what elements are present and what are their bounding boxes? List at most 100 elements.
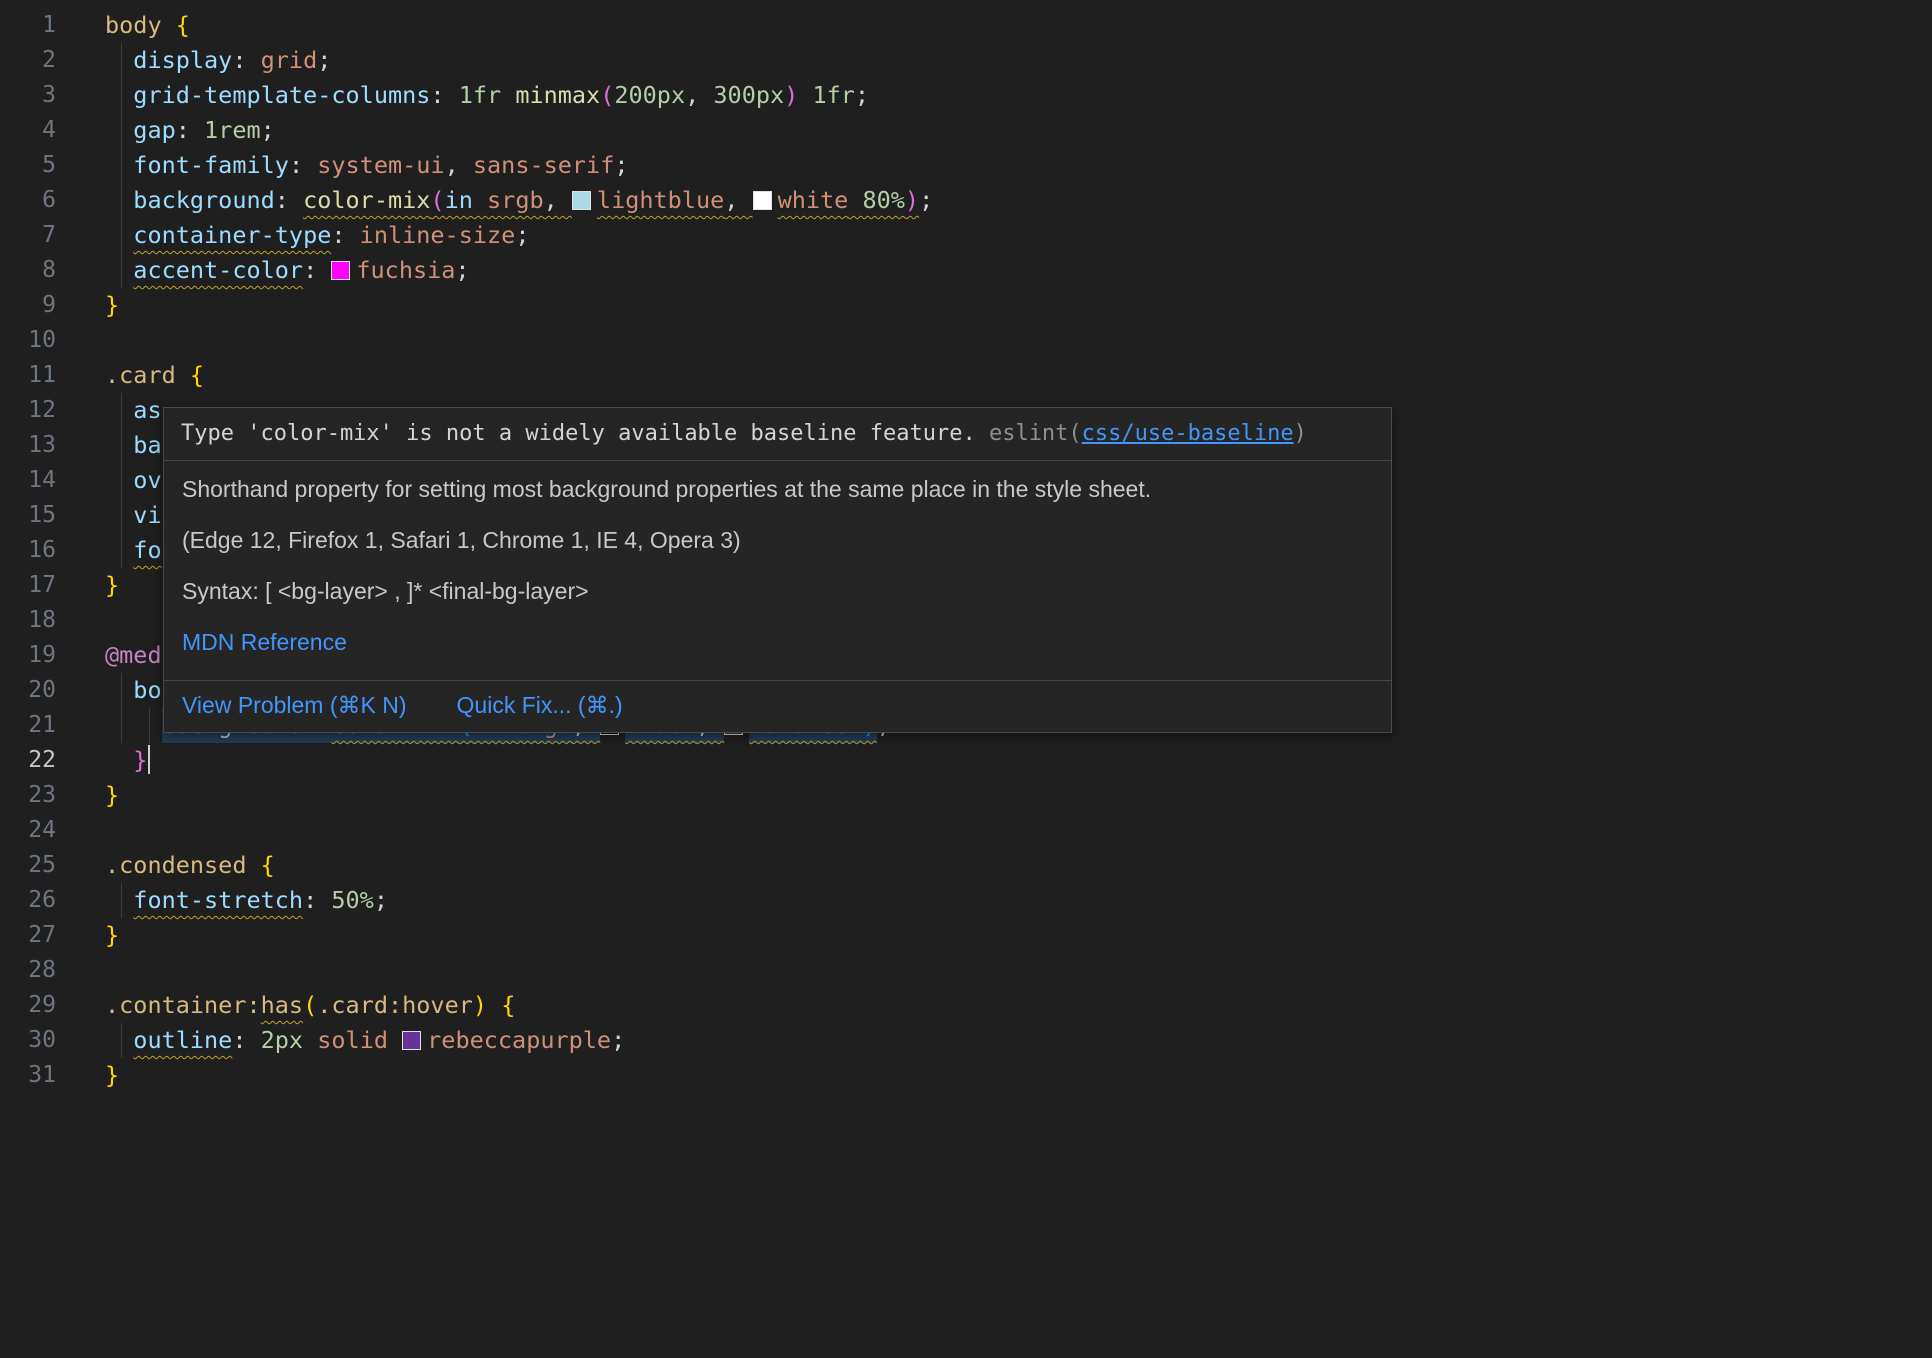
line-number[interactable]: 20 — [0, 673, 56, 708]
code-text[interactable]: } — [105, 918, 1932, 953]
code-text[interactable]: .card { — [105, 358, 1932, 393]
code-token: ) — [905, 186, 919, 214]
code-token: ba — [133, 431, 161, 459]
line-number[interactable]: 4 — [0, 113, 56, 148]
quick-fix-action[interactable]: Quick Fix... (⌘.) — [457, 692, 623, 719]
code-text[interactable]: container-type: inline-size; — [105, 218, 1932, 253]
line-number[interactable]: 13 — [0, 428, 56, 463]
line-number[interactable]: 11 — [0, 358, 56, 393]
color-swatch[interactable] — [572, 191, 591, 210]
code-text[interactable]: accent-color: fuchsia; — [105, 253, 1932, 288]
code-token: } — [105, 1061, 119, 1089]
code-text[interactable]: font-stretch: 50%; — [105, 883, 1932, 918]
line-number[interactable]: 12 — [0, 393, 56, 428]
code-text[interactable] — [105, 813, 1932, 848]
code-token: : — [275, 186, 303, 214]
code-token: srgb — [487, 186, 544, 214]
line-number[interactable]: 31 — [0, 1058, 56, 1093]
line-number[interactable]: 8 — [0, 253, 56, 288]
code-line: 29 .container:has(.card:hover) { — [0, 988, 1932, 1023]
color-swatch[interactable] — [331, 261, 350, 280]
indent-guide — [121, 883, 122, 918]
code-line: 7 container-type: inline-size; — [0, 218, 1932, 253]
code-token: 80% — [862, 186, 904, 214]
diagnostic-row: Type 'color-mix' is not a widely availab… — [164, 408, 1391, 461]
color-swatch[interactable] — [402, 1031, 421, 1050]
docs-description: Shorthand property for setting most back… — [182, 476, 1373, 502]
code-token: 1rem — [204, 116, 261, 144]
line-number[interactable]: 15 — [0, 498, 56, 533]
code-text[interactable]: body { — [105, 8, 1932, 43]
code-line: 6 background: color-mix(in srgb, lightbl… — [0, 183, 1932, 218]
code-text[interactable]: font-family: system-ui, sans-serif; — [105, 148, 1932, 183]
code-text[interactable] — [105, 953, 1932, 988]
code-line: 9} — [0, 288, 1932, 323]
view-problem-action[interactable]: View Problem (⌘K N) — [182, 692, 407, 719]
indent-guide — [121, 533, 122, 568]
code-text[interactable]: } — [105, 288, 1932, 323]
line-number[interactable]: 5 — [0, 148, 56, 183]
code-token — [388, 1026, 402, 1054]
code-text[interactable]: gap: 1rem; — [105, 113, 1932, 148]
line-number[interactable]: 6 — [0, 183, 56, 218]
line-number[interactable]: 30 — [0, 1023, 56, 1058]
line-number[interactable]: 10 — [0, 323, 56, 358]
line-number[interactable]: 19 — [0, 638, 56, 673]
line-number[interactable]: 26 — [0, 883, 56, 918]
line-number[interactable]: 27 — [0, 918, 56, 953]
code-token: ; — [374, 886, 388, 914]
line-number[interactable]: 18 — [0, 603, 56, 638]
code-token: : — [303, 256, 331, 284]
code-text[interactable]: display: grid; — [105, 43, 1932, 78]
code-token: , — [445, 151, 473, 179]
code-token: ; — [611, 1026, 625, 1054]
line-number[interactable]: 3 — [0, 78, 56, 113]
line-number[interactable]: 1 — [0, 8, 56, 43]
code-token: rebeccapurple — [427, 1026, 611, 1054]
line-number[interactable]: 17 — [0, 568, 56, 603]
code-line: 1 body { — [0, 8, 1932, 43]
line-number[interactable]: 16 — [0, 533, 56, 568]
code-token — [105, 116, 133, 144]
line-number[interactable]: 7 — [0, 218, 56, 253]
line-number[interactable]: 2 — [0, 43, 56, 78]
line-number[interactable]: 21 — [0, 708, 56, 743]
code-text[interactable]: outline: 2px solid rebeccapurple; — [105, 1023, 1932, 1058]
line-number[interactable]: 9 — [0, 288, 56, 323]
code-text[interactable] — [105, 323, 1932, 358]
hover-tooltip: Type 'color-mix' is not a widely availab… — [163, 407, 1392, 733]
code-text[interactable]: .container:has(.card:hover) { — [105, 988, 1932, 1023]
code-line: 26 font-stretch: 50%; — [0, 883, 1932, 918]
diagnostic-rule-link[interactable]: css/use-baseline — [1082, 421, 1294, 446]
code-token: ; — [455, 256, 469, 284]
indent-guide — [121, 708, 122, 743]
code-token: } — [133, 746, 147, 774]
code-token: grid-template-columns — [133, 81, 430, 109]
code-token — [105, 711, 162, 739]
indent-guide — [121, 78, 122, 113]
code-token — [105, 466, 133, 494]
color-swatch[interactable] — [753, 191, 772, 210]
code-token: inline-size — [360, 221, 516, 249]
line-number[interactable]: 29 — [0, 988, 56, 1023]
code-line: 3 grid-template-columns: 1fr minmax(200p… — [0, 78, 1932, 113]
line-number[interactable]: 23 — [0, 778, 56, 813]
mdn-reference-link[interactable]: MDN Reference — [182, 629, 1373, 655]
code-text[interactable]: grid-template-columns: 1fr minmax(200px,… — [105, 78, 1932, 113]
indent-guide — [121, 393, 122, 428]
code-token — [105, 186, 133, 214]
code-line: 31} — [0, 1058, 1932, 1093]
code-text[interactable]: .condensed { — [105, 848, 1932, 883]
line-number[interactable]: 25 — [0, 848, 56, 883]
code-token: bo — [133, 676, 161, 704]
line-number[interactable]: 22 — [0, 743, 56, 778]
code-text[interactable]: } — [105, 1058, 1932, 1093]
line-number[interactable]: 24 — [0, 813, 56, 848]
code-text[interactable]: } — [105, 743, 1932, 778]
indent-guide — [121, 1023, 122, 1058]
code-text[interactable]: } — [105, 778, 1932, 813]
code-text[interactable]: background: color-mix(in srgb, lightblue… — [105, 183, 1932, 218]
code-token: minmax — [515, 81, 600, 109]
line-number[interactable]: 28 — [0, 953, 56, 988]
line-number[interactable]: 14 — [0, 463, 56, 498]
